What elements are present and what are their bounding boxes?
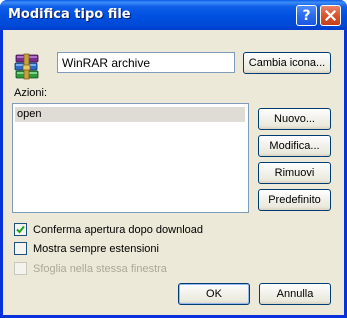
- file-type-name-field[interactable]: WinRAR archive: [57, 52, 235, 73]
- list-item-label: open: [17, 108, 42, 120]
- always-show-extensions-label: Mostra sempre estensioni: [33, 242, 159, 255]
- ok-button[interactable]: OK: [178, 283, 250, 305]
- cancel-button[interactable]: Annulla: [259, 283, 331, 305]
- confirm-open-label: Conferma apertura dopo download: [33, 223, 204, 236]
- browse-same-window-checkbox: [14, 262, 27, 275]
- set-default-button-label: Predefinito: [268, 194, 321, 206]
- help-icon: ?: [302, 7, 311, 24]
- dialog-title: Modifica tipo file: [8, 7, 131, 22]
- change-icon-button[interactable]: Cambia icona...: [243, 52, 331, 74]
- browse-same-window-option: Sfoglia nella stessa finestra: [14, 262, 167, 275]
- new-action-button[interactable]: Nuovo...: [258, 108, 331, 130]
- always-show-extensions-checkbox[interactable]: [14, 242, 27, 255]
- new-action-button-label: Nuovo...: [274, 113, 315, 125]
- always-show-extensions-option[interactable]: Mostra sempre estensioni: [14, 242, 159, 255]
- remove-action-button-label: Rimuovi: [274, 167, 315, 179]
- edit-action-button-label: Modifica...: [269, 140, 320, 152]
- close-icon: [325, 10, 336, 21]
- confirm-open-checkbox[interactable]: [14, 223, 27, 236]
- checkmark-icon: [16, 225, 25, 234]
- actions-label: Azioni:: [14, 87, 48, 99]
- browse-same-window-label: Sfoglia nella stessa finestra: [33, 262, 167, 275]
- help-button[interactable]: ?: [296, 5, 317, 26]
- remove-action-button[interactable]: Rimuovi: [258, 162, 331, 184]
- ok-button-label: OK: [206, 288, 222, 300]
- set-default-button[interactable]: Predefinito: [258, 189, 331, 211]
- list-item[interactable]: open: [15, 107, 245, 122]
- close-button[interactable]: [320, 5, 341, 26]
- edit-action-button[interactable]: Modifica...: [258, 135, 331, 157]
- winrar-archive-icon: [14, 53, 39, 80]
- title-bar[interactable]: Modifica tipo file ?: [0, 0, 347, 30]
- confirm-open-option[interactable]: Conferma apertura dopo download: [14, 223, 203, 236]
- actions-list[interactable]: open: [12, 103, 249, 213]
- cancel-button-label: Annulla: [276, 288, 314, 300]
- change-icon-button-label: Cambia icona...: [248, 57, 326, 69]
